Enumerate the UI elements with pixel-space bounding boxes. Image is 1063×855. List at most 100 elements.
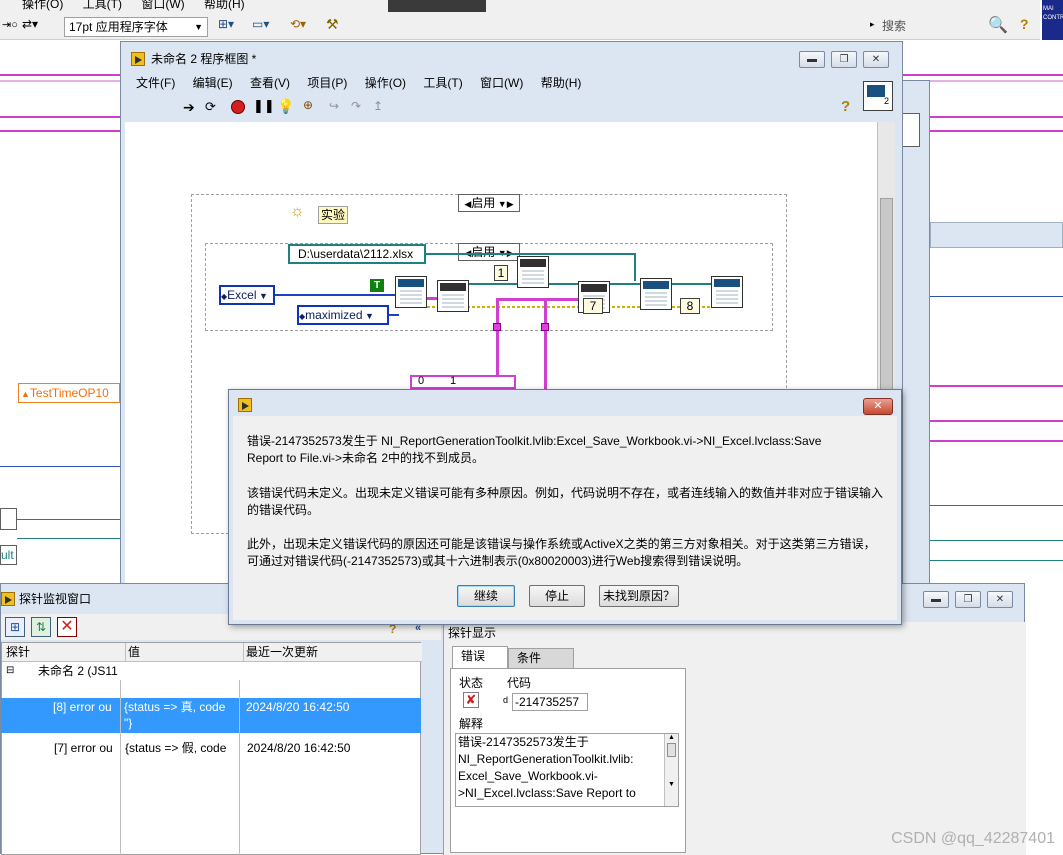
bg-menu-tools[interactable]: 工具(T) [83, 0, 122, 11]
retain-wire-values-icon[interactable]: ⊕ [303, 98, 313, 112]
inner-case-label: 启用 [471, 245, 496, 259]
watermark: CSDN @qq_42287401 [891, 830, 1055, 847]
menu-tools[interactable]: 工具(T) [423, 76, 462, 90]
column-header-value[interactable]: 值 [125, 643, 140, 661]
tab-condition[interactable]: 条件 [508, 648, 574, 668]
run-continuously-icon[interactable]: ⟳ [205, 99, 216, 115]
numeric-constant-7[interactable]: 7 [583, 298, 603, 314]
highlight-execution-icon[interactable]: 💡 [277, 98, 294, 115]
delete-probe-icon[interactable]: ✕ [57, 617, 77, 637]
bg-vi-thumbnail: MAI CONTR [1042, 0, 1063, 40]
bg-wire [930, 420, 1063, 422]
restore-button[interactable]: ❐ [955, 591, 981, 608]
column-header-last-update[interactable]: 最近一次更新 [243, 643, 318, 661]
dialog-body: 错误-2147352573发生于 NI_ReportGenerationTool… [233, 416, 897, 620]
scroll-down-icon[interactable]: ▼ [665, 781, 678, 788]
minimize-button[interactable]: ▬ [799, 51, 825, 68]
help-icon[interactable]: ? [841, 98, 850, 115]
menu-project[interactable]: 项目(P) [307, 76, 347, 90]
bool-true-constant[interactable]: T [370, 279, 384, 292]
bg-menu-help[interactable]: 帮助(H) [204, 0, 245, 11]
run-arrow-icon[interactable]: ⇥○ [2, 18, 18, 31]
probe-display-title: 探针显示 [448, 626, 497, 640]
explain-scrollbar[interactable]: ▲ ▼ [664, 734, 678, 806]
code-value-field[interactable]: -214735257 [512, 693, 588, 711]
string-control-testtime[interactable]: ▲TestTimeOP10 [18, 383, 120, 403]
vi-icon-top [867, 85, 885, 97]
bg-wire [920, 130, 1063, 132]
bg-menu-window[interactable]: 窗口(W) [141, 0, 184, 11]
excel-select-sheet-vi[interactable] [517, 256, 549, 288]
string-control-label: TestTimeOP10 [29, 386, 109, 400]
bg-menu-operate[interactable]: 操作(O) [22, 0, 63, 11]
tree-collapse-icon[interactable]: ⊟ [6, 662, 14, 680]
bg-wire [17, 519, 120, 520]
abort-icon[interactable] [231, 100, 245, 114]
menu-file[interactable]: 文件(F) [136, 76, 175, 90]
file-path-constant[interactable]: D:\userdata\2112.xlsx [288, 244, 426, 264]
step-over-icon[interactable]: ↷ [351, 99, 361, 113]
menu-edit[interactable]: 编辑(E) [193, 76, 233, 90]
step-into-icon[interactable]: ↪ [329, 99, 339, 113]
outer-case-selector[interactable]: ◀启用 ▼▶ [458, 194, 520, 212]
error-message-line: 错误-2147352573发生于 NI_ReportGenerationTool… [247, 434, 822, 448]
probe-name-cell: [7] error ou [54, 741, 113, 755]
new-report-vi[interactable] [395, 276, 427, 308]
probe-time-cell: 2024/8/20 16:42:50 [246, 700, 350, 714]
tunnel [493, 323, 501, 331]
numeric-constant-8[interactable]: 8 [680, 298, 700, 314]
menu-operate[interactable]: 操作(O) [365, 76, 406, 90]
dispose-report-vi[interactable] [711, 276, 743, 308]
distribute-icon[interactable]: ▭▾ [252, 17, 269, 31]
probe-table: 探针 值 最近一次更新 ⊟ 未命名 2 (JS11 [7] error ou {… [1, 642, 422, 855]
menu-view[interactable]: 查看(V) [250, 76, 290, 90]
cleanup-icon[interactable]: ⚒ [326, 16, 339, 33]
minimize-button[interactable]: ▬ [923, 591, 949, 608]
tab-error[interactable]: 错误 [452, 646, 508, 668]
dialog-close-button[interactable]: ✕ [863, 398, 893, 415]
excel-get-workbook-vi[interactable] [437, 280, 469, 312]
outer-case-label: 启用 [471, 196, 496, 210]
pause-icon[interactable]: ❚❚ [253, 98, 275, 114]
inner-case-selector[interactable]: ◀启用 ▼▶ [458, 243, 520, 261]
table-row[interactable]: [7] error ou {status => 假, code 2024/8/2… [2, 739, 422, 757]
save-report-vi[interactable] [640, 278, 672, 310]
scroll-thumb[interactable] [667, 743, 676, 757]
enum-excel[interactable]: ◆Excel ▼ [219, 285, 275, 305]
bg-wire [0, 80, 120, 82]
error-message-line: 此外，出现未定义错误代码的原因还可能是该错误与操作系统或ActiveX之类的第三… [247, 537, 876, 551]
step-out-icon[interactable]: ↥ [373, 99, 383, 113]
menu-window[interactable]: 窗口(W) [480, 76, 523, 90]
stop-button[interactable]: 停止 [529, 585, 585, 607]
not-found-reason-button[interactable]: 未找到原因？ [599, 585, 679, 607]
new-probe-icon[interactable]: ⊞ [5, 617, 25, 637]
array-constant[interactable]: 0 1 [410, 375, 516, 389]
reorder-icon[interactable]: ⟲▾ [290, 17, 306, 31]
bg-terminal-label: ult [1, 548, 14, 562]
continue-button[interactable]: 继续 [457, 585, 515, 607]
tree-root-row[interactable]: ⊟ 未命名 2 (JS11 [2, 662, 422, 680]
enum-maximized[interactable]: ◆maximized ▼ [297, 305, 389, 325]
close-button[interactable]: ✕ [863, 51, 889, 68]
scroll-up-icon[interactable]: ▲ [665, 734, 678, 741]
probe-name-cell: [8] error ou [53, 700, 112, 714]
help-icon[interactable]: ? [1020, 16, 1029, 32]
font-select-value: 17pt 应用程序字体 [69, 20, 168, 34]
refresh-icon[interactable]: ⇄▾ [22, 17, 38, 31]
search-icon[interactable]: 🔍 [988, 15, 1008, 35]
font-select[interactable]: 17pt 应用程序字体 ▼ [64, 17, 208, 37]
numeric-constant-1[interactable]: 1 [494, 265, 508, 281]
align-icon[interactable]: ⊞▾ [218, 17, 234, 31]
array-element: 1 [450, 375, 457, 387]
close-button[interactable]: ✕ [987, 591, 1013, 608]
column-header-probe[interactable]: 探针 [6, 643, 30, 661]
run-arrow-icon[interactable]: ➔ [183, 99, 195, 116]
tree-root-label: 未命名 2 (JS11 [38, 664, 118, 678]
table-row-selected[interactable]: [8] error ou {status => 真, code "} 2024/… [1, 698, 421, 733]
path-wire [426, 253, 636, 255]
restore-button[interactable]: ❐ [831, 51, 857, 68]
probe-window-icon[interactable]: ⇅ [31, 617, 51, 637]
menu-help[interactable]: 帮助(H) [541, 76, 582, 90]
explain-textbox[interactable]: 错误-2147352573发生于 NI_ReportGenerationTool… [455, 733, 679, 807]
bg-wire [0, 116, 120, 118]
